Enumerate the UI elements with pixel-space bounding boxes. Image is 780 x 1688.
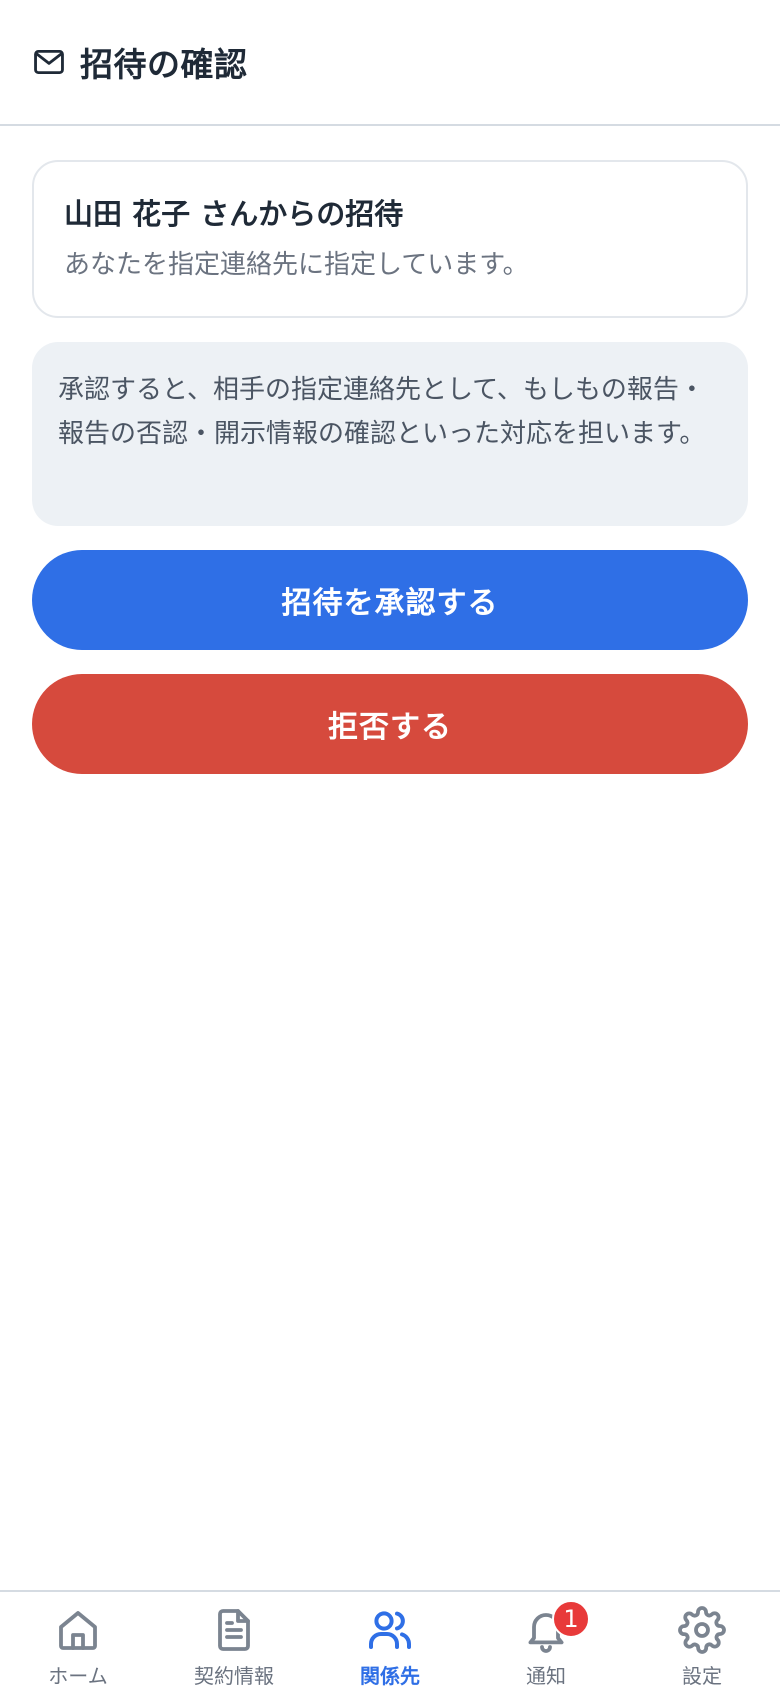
document-icon — [209, 1606, 259, 1654]
tab-label: 関係先 — [360, 1664, 420, 1688]
invite-card: 山田 花子 さんからの招待 あなたを指定連絡先に指定しています。 — [32, 160, 748, 318]
notification-badge: 1 — [552, 1600, 590, 1638]
info-box: 承認すると、相手の指定連絡先として、もしもの報告・報告の否認・開示情報の確認とい… — [32, 342, 748, 526]
users-icon — [365, 1606, 415, 1654]
reject-invite-button[interactable]: 拒否する — [32, 674, 748, 774]
tab-label: 設定 — [682, 1664, 722, 1688]
tab-relations[interactable]: 関係先 — [312, 1592, 468, 1688]
tab-settings[interactable]: 設定 — [624, 1592, 780, 1688]
tab-contract[interactable]: 契約情報 — [156, 1592, 312, 1688]
tab-notifications[interactable]: 1 通知 — [468, 1592, 624, 1688]
invite-subtitle: あなたを指定連絡先に指定しています。 — [64, 250, 529, 280]
page-title: 招待の確認 — [80, 45, 248, 84]
mail-icon — [32, 45, 66, 79]
accept-invite-button[interactable]: 招待を承認する — [32, 550, 748, 650]
gear-icon — [677, 1606, 727, 1654]
tab-label: 契約情報 — [194, 1664, 274, 1688]
tab-label: 通知 — [526, 1664, 566, 1688]
bottom-tab-bar: ホーム 契約情報 関係先 1 通知 設定 — [0, 1590, 780, 1688]
page-header: 招待の確認 — [0, 0, 780, 126]
tab-home[interactable]: ホーム — [0, 1592, 156, 1688]
invite-title: 山田 花子 さんからの招待 — [64, 197, 404, 231]
tab-label: ホーム — [48, 1664, 108, 1688]
home-icon — [53, 1606, 103, 1654]
